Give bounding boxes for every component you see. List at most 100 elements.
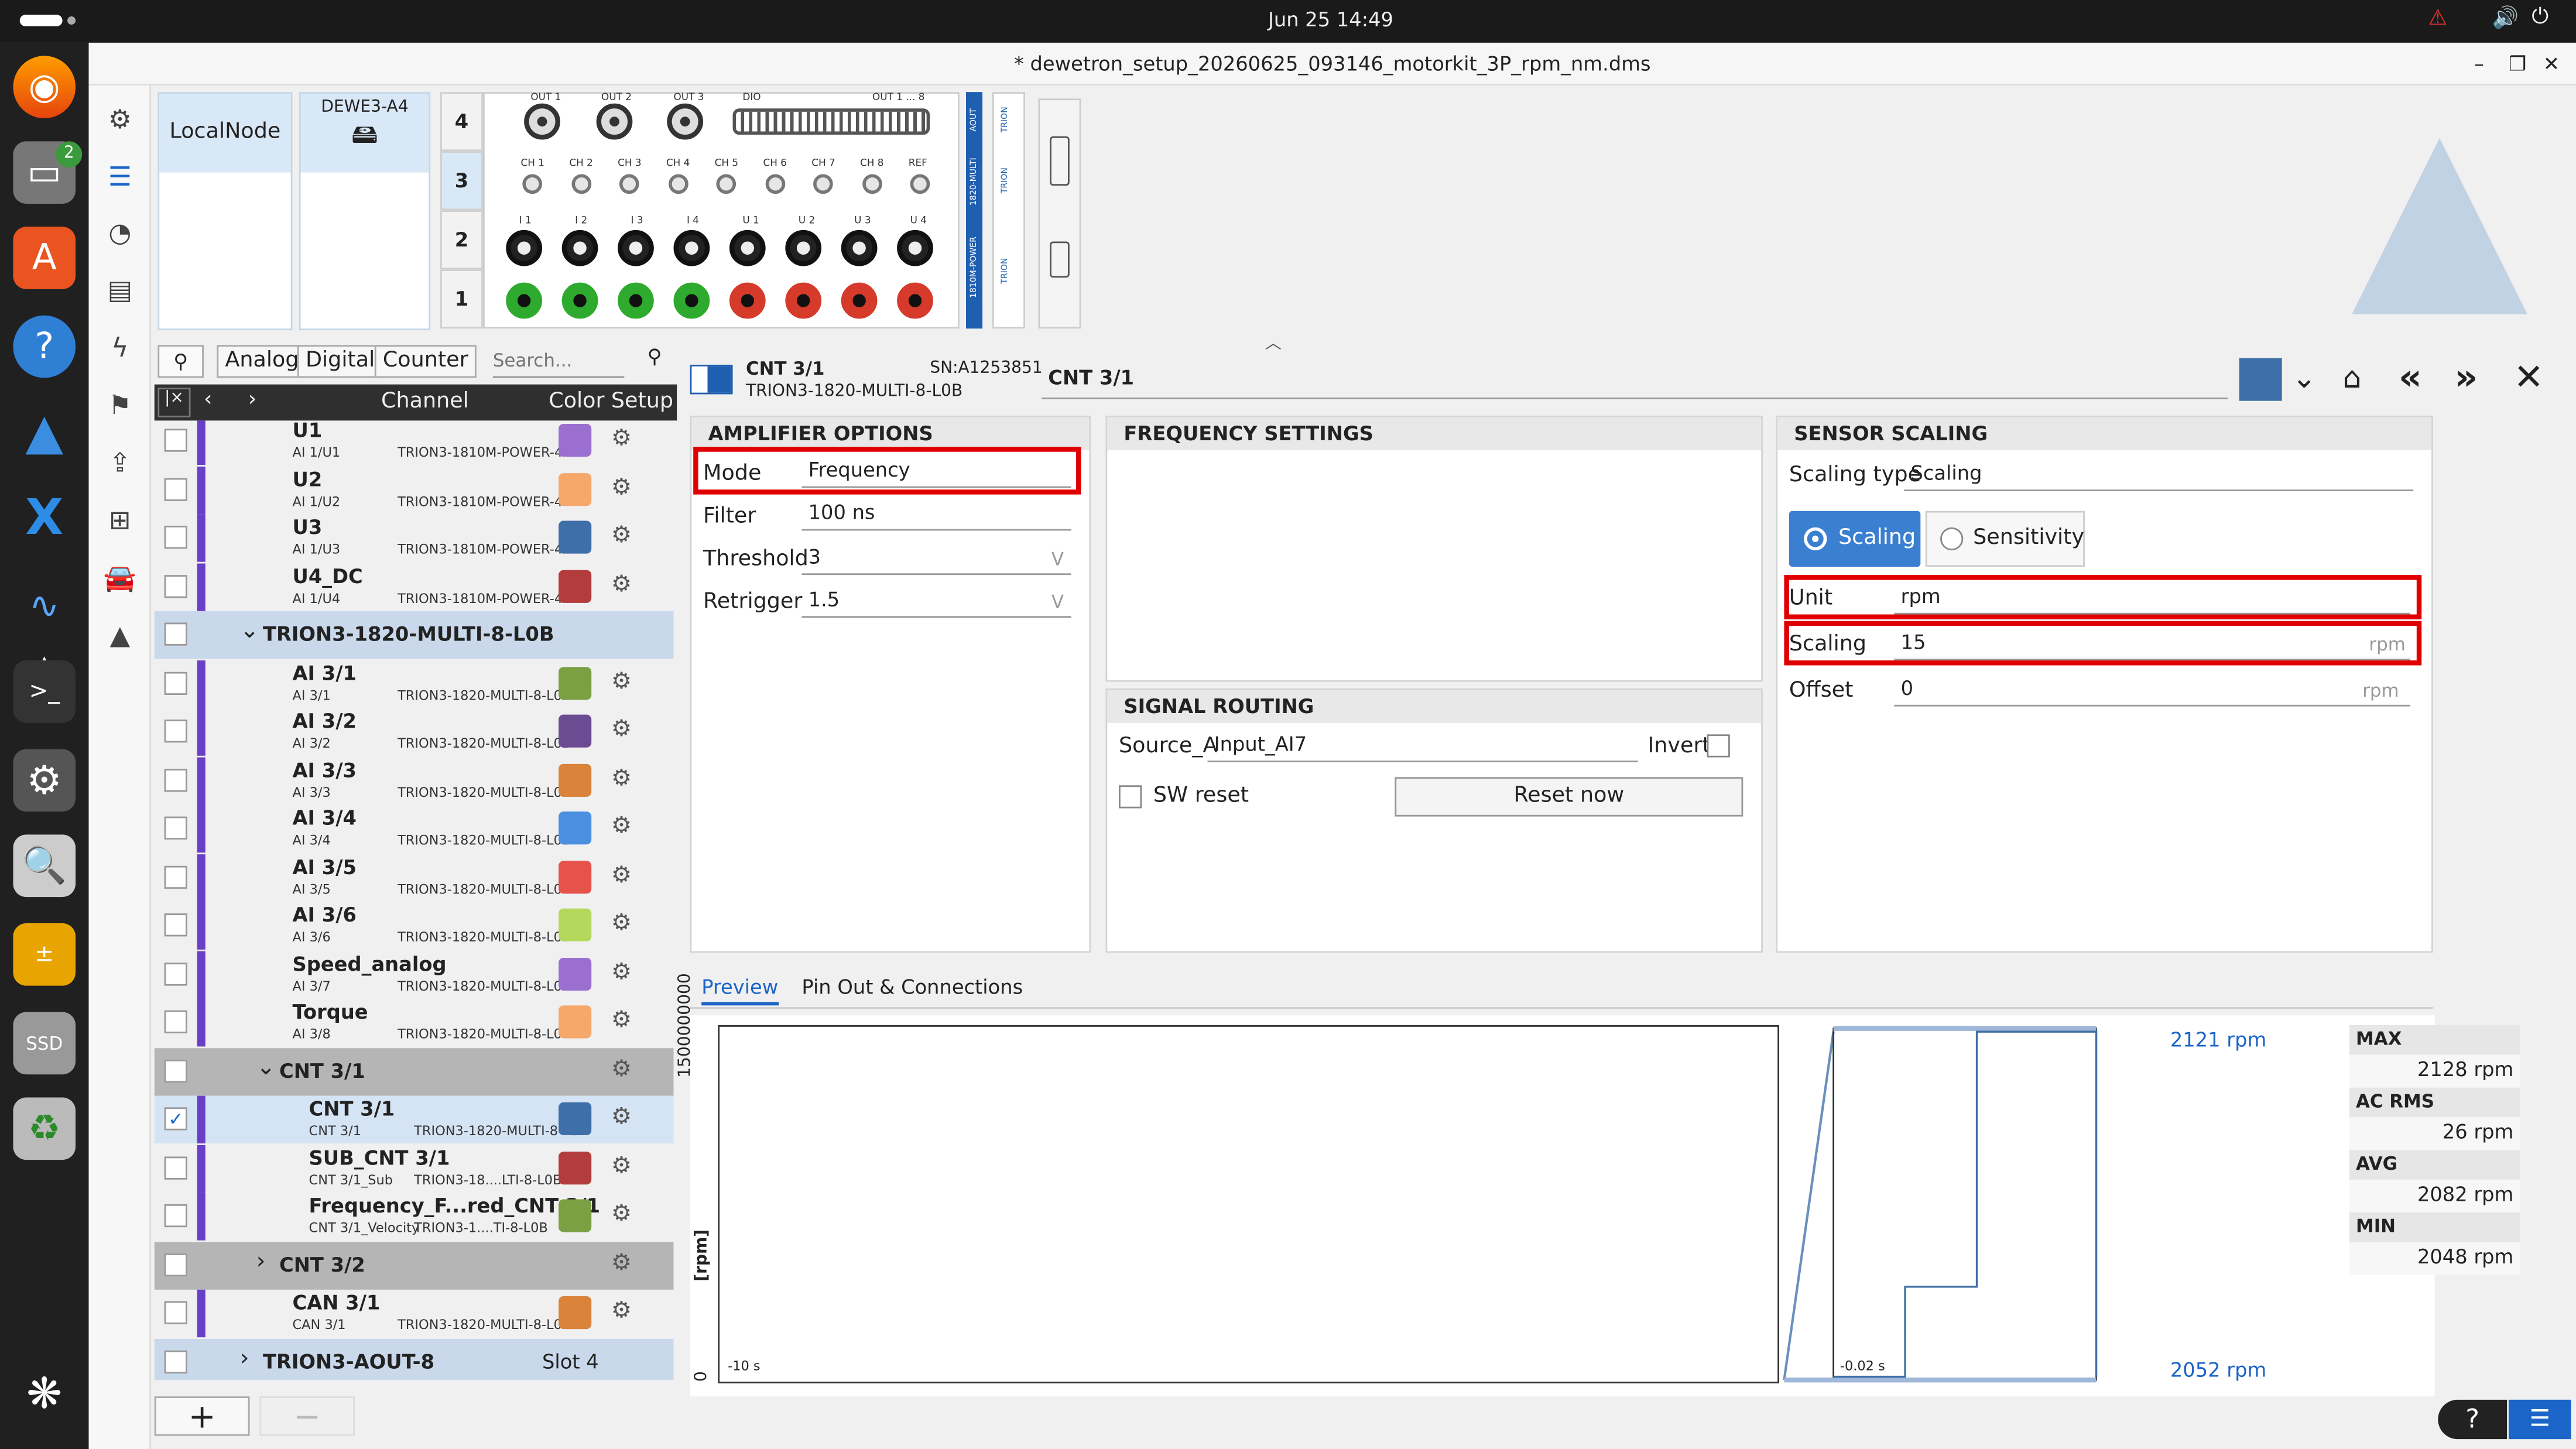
volume-icon[interactable]: 🔊 [2492,6,2519,31]
filter-select[interactable]: 100 ns [801,501,1071,531]
slot1-green-jack[interactable] [561,282,598,319]
channel-row[interactable]: Frequency_F...red_CNT 3/1 CNT 3/1_Velocit… [155,1193,674,1241]
warning-icon[interactable]: ⚠ [2428,6,2447,31]
channel-color-swatch[interactable] [559,811,592,845]
group-row[interactable]: ⌄ CNT 3/1 ⚙ [154,1047,674,1095]
chevron-down-icon[interactable]: ⌄ [2292,361,2317,396]
chevron-down-icon[interactable]: ⌄ [240,618,259,644]
column-color[interactable]: Color [549,389,604,414]
channel-color-swatch[interactable] [559,1150,592,1184]
slot2-black-jack[interactable] [729,229,766,266]
channel-color-swatch[interactable] [559,472,592,505]
channel-setup-gear-icon[interactable]: ⚙ [611,910,632,937]
channel-setup-gear-icon[interactable]: ⚙ [611,813,632,840]
retrigger-input[interactable]: 1.5 [801,588,1071,618]
channel-setup-gear-icon[interactable]: ⚙ [611,571,632,597]
channel-row[interactable]: AI 3/4 AI 3/4 TRION3-1820-MULTI-8-L0B ⚙ [155,804,674,853]
tab-preview[interactable]: Preview [701,976,779,1006]
channel-color-swatch[interactable] [559,714,592,748]
offset-input[interactable]: 0 [1894,677,2410,707]
slot1-red-jack[interactable] [897,282,933,319]
channel-setup-gear-icon[interactable]: ⚙ [611,1152,632,1179]
slot2-black-jack[interactable] [561,229,598,266]
slot2-black-jack[interactable] [841,229,878,266]
channel-setup-gear-icon[interactable]: ⚙ [611,474,632,501]
slot2-black-jack[interactable] [897,229,933,266]
search-input[interactable] [492,345,625,378]
settings-icon[interactable]: ⚙ [13,749,76,812]
chevron-right-icon[interactable]: › [256,1248,266,1274]
channel-checkbox[interactable] [164,1010,187,1034]
channel-color-swatch[interactable] [559,423,592,457]
group-checkbox[interactable] [164,1252,187,1276]
next-channel-icon[interactable]: » [2454,358,2478,399]
channel-row[interactable]: AI 3/2 AI 3/2 TRION3-1820-MULTI-8-L0B ⚙ [155,708,674,756]
channel-row[interactable]: CAN 3/1 CAN 3/1 TRION3-1820-MULTI-8-L0B ⚙ [155,1289,674,1338]
collapse-handle-icon[interactable]: ︿ [1265,328,1282,353]
channel-color-swatch[interactable] [559,1102,592,1136]
out2-connector[interactable] [596,103,633,140]
slot1-green-jack[interactable] [618,282,654,319]
channel-checkbox[interactable]: ✓ [164,1107,187,1131]
slot3-channel-connector[interactable] [910,174,930,194]
channel-checkbox[interactable] [164,574,187,598]
filter-icon-button[interactable]: ⚲ [157,345,204,378]
slot2-black-jack[interactable] [785,229,822,266]
scaling-type-select[interactable]: Scaling [1904,462,2414,492]
channel-checkbox[interactable] [164,1204,187,1228]
channel-list-icon[interactable]: ☰ [102,157,138,194]
calculator-icon[interactable]: ± [13,923,76,986]
x-app-icon[interactable]: X [13,487,76,549]
show-apps-icon[interactable]: ❋ [13,1364,76,1426]
out3-connector[interactable] [667,103,704,140]
channel-color-picker[interactable] [2239,358,2282,401]
channel-setup-gear-icon[interactable]: ⚙ [611,522,632,549]
column-channel[interactable]: Channel [381,389,469,414]
slot-3-label[interactable]: 3 [440,151,483,211]
slot2-black-jack[interactable] [506,229,543,266]
reset-now-button[interactable]: Reset now [1395,777,1743,817]
channel-checkbox[interactable] [164,1301,187,1324]
channel-setup-gear-icon[interactable]: ⚙ [611,958,632,985]
group-setup-gear-icon[interactable]: ⚙ [611,1249,632,1276]
dio-connector[interactable] [732,108,930,135]
help-icon[interactable]: ? [13,315,76,378]
slot1-green-jack[interactable] [673,282,710,319]
slot-4-label[interactable]: 4 [440,92,483,152]
close-detail-icon[interactable]: ✕ [2513,358,2544,399]
dewe-node-card[interactable]: DEWE3-A4 🖴 [299,92,431,331]
group-setup-gear-icon[interactable]: ⚙ [611,1056,632,1082]
channel-checkbox[interactable] [164,477,187,501]
channel-color-swatch[interactable] [559,666,592,700]
scaling-radio[interactable]: Scaling [1789,511,1921,567]
settings-gear-icon[interactable]: ⚙ [102,100,138,136]
next-arrow-icon[interactable]: › [248,388,257,412]
channel-color-swatch[interactable] [559,1296,592,1330]
software-center-icon[interactable]: A [13,227,76,289]
slot3-channel-connector[interactable] [716,174,737,194]
tab-analog[interactable]: Analog [217,345,307,378]
slot-2-label[interactable]: 2 [440,210,483,270]
channel-row[interactable]: Speed_analog AI 3/7 TRION3-1820-MULTI-8-L0… [155,950,674,998]
channel-setup-gear-icon[interactable]: ⚙ [611,1007,632,1033]
gauge-icon[interactable]: ◔ [102,214,138,250]
previous-channel-icon[interactable]: « [2399,358,2422,399]
trash-icon[interactable]: ♻ [13,1097,76,1160]
channel-checkbox[interactable] [164,865,187,888]
slot1-red-jack[interactable] [785,282,822,319]
chevron-right-icon[interactable]: › [240,1345,249,1371]
channel-setup-gear-icon[interactable]: ⚙ [611,716,632,742]
channel-row[interactable]: AI 3/3 AI 3/3 TRION3-1820-MULTI-8-L0B ⚙ [155,756,674,804]
channel-checkbox[interactable] [164,1156,187,1179]
channel-row[interactable]: ✓ CNT 3/1 CNT 3/1 TRION3-1820-MULTI-8-L0B ⚙ [154,1095,674,1144]
channel-setup-gear-icon[interactable]: ⚙ [611,668,632,694]
prev-arrow-icon[interactable]: ‹ [204,388,213,412]
slot3-channel-connector[interactable] [813,174,833,194]
channel-color-swatch[interactable] [559,1005,592,1039]
terminal-icon[interactable]: >_ [13,660,76,723]
group-row[interactable]: › TRION3-AOUT-8 Slot 4 [154,1338,674,1381]
tab-counter[interactable]: Counter [374,345,477,378]
report-icon[interactable]: ▤ [102,271,138,307]
close-window-button[interactable]: ✕ [2543,43,2560,85]
slot2-black-jack[interactable] [618,229,654,266]
